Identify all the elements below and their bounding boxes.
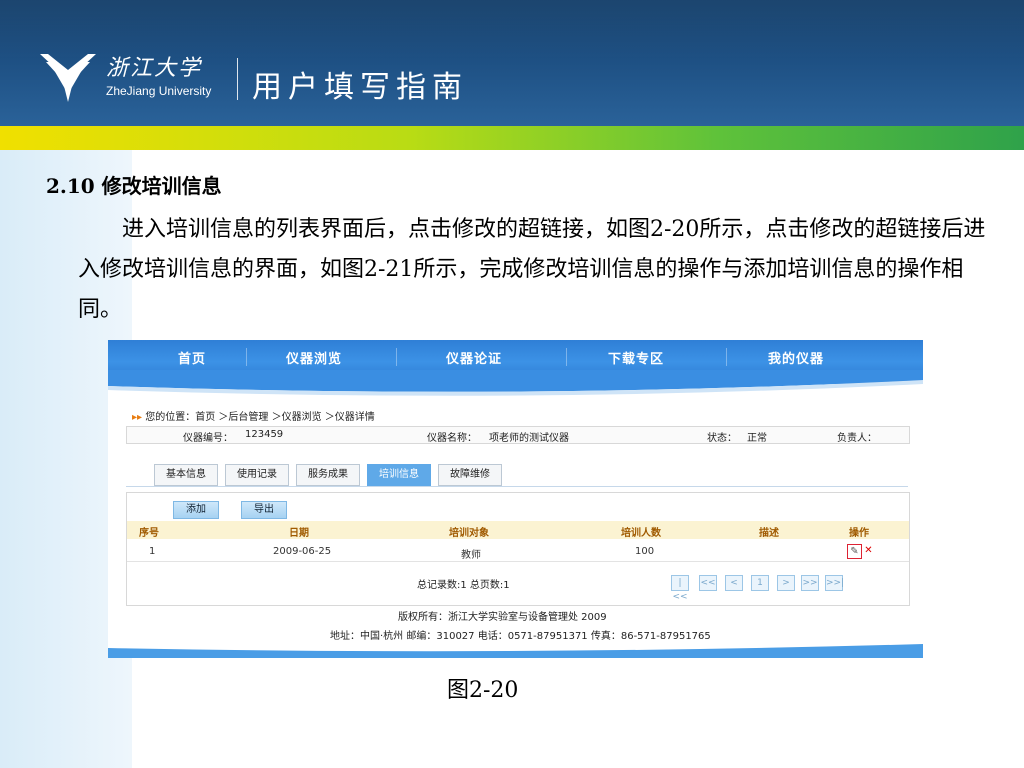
pager-prev-block[interactable]: << (699, 575, 717, 591)
nav-separator (726, 348, 727, 366)
breadcrumb-arrow-icon: ▸▸ (132, 412, 143, 423)
cell-count: 100 (635, 546, 655, 557)
breadcrumb-text: 您的位置：首页 ＞后台管理 ＞仪器浏览 ＞仪器详情 (145, 412, 375, 423)
nav-separator (396, 348, 397, 366)
close-icon[interactable]: ✕ (862, 544, 875, 557)
pencil-icon[interactable]: ✎ (847, 544, 862, 559)
nav-separator (566, 348, 567, 366)
status-label: 状态： (707, 433, 737, 444)
pager-next[interactable]: > (777, 575, 795, 591)
pager-first[interactable]: |<< (671, 575, 689, 602)
cell-index: 1 (149, 546, 156, 557)
col-header-date: 日期 (289, 528, 309, 539)
nav-item-review[interactable]: 仪器论证 (446, 348, 502, 367)
instrument-number-label: 仪器编号： (183, 433, 233, 444)
status-value: 正常 (747, 433, 767, 444)
instrument-name-label: 仪器名称： (427, 433, 477, 444)
pager-prev[interactable]: < (725, 575, 743, 591)
training-panel: 添加 导出 序号 日期 培训对象 培训人数 描述 操作 1 2009-06-25… (126, 492, 910, 606)
logo-english-name: ZheJiang University (106, 84, 212, 98)
tab-basic-info[interactable]: 基本信息 (154, 464, 218, 486)
embedded-screenshot: 首页 仪器浏览 仪器论证 下载专区 我的仪器 ▸▸ 您的位置：首页 ＞后台管理 … (108, 340, 923, 658)
header-divider (237, 58, 238, 100)
instruction-paragraph: 进入培训信息的列表界面后，点击修改的超链接，如图2-20所示，点击修改的超链接后… (78, 217, 986, 322)
footer-curve-decoration (108, 644, 923, 658)
footer-copyright: 版权所有：浙江大学实验室与设备管理处 2009 (398, 612, 607, 623)
section-title: 2.10 修改培训信息 (46, 174, 222, 198)
figure-caption: 图2-20 (447, 678, 519, 703)
col-header-count: 培训人数 (621, 528, 661, 539)
row-divider (127, 561, 909, 562)
slide-header: 浙江大学 ZheJiang University 用户填写指南 (0, 0, 1024, 126)
tab-training-info[interactable]: 培训信息 (367, 464, 431, 486)
color-stripe (0, 126, 1024, 150)
table-header: 序号 日期 培训对象 培训人数 描述 操作 (127, 521, 909, 539)
col-header-index: 序号 (139, 528, 159, 539)
cell-date: 2009-06-25 (273, 546, 332, 557)
pager-page[interactable]: 1 (751, 575, 769, 591)
instrument-number-value: 123459 (245, 429, 284, 440)
pager-next-block[interactable]: >> (801, 575, 819, 591)
export-button[interactable]: 导出 (241, 501, 287, 519)
header-title: 用户填写指南 (252, 70, 468, 105)
nav-curve-decoration (108, 370, 923, 396)
university-emblem-icon (40, 54, 96, 102)
tab-underline (126, 486, 908, 487)
nav-item-home[interactable]: 首页 (178, 348, 206, 367)
instrument-info-row: 仪器编号： 123459 仪器名称： 项老师的测试仪器 状态： 正常 负责人： (126, 426, 910, 444)
col-header-target: 培训对象 (449, 528, 489, 539)
owner-label: 负责人： (837, 433, 877, 444)
pager-last[interactable]: >>| (825, 575, 844, 591)
nav-item-my-instruments[interactable]: 我的仪器 (768, 348, 824, 367)
tab-usage-records[interactable]: 使用记录 (225, 464, 289, 486)
breadcrumb: ▸▸ 您的位置：首页 ＞后台管理 ＞仪器浏览 ＞仪器详情 (132, 408, 375, 423)
cell-target: 教师 (461, 550, 481, 561)
logo-chinese-name: 浙江大学 (106, 56, 203, 81)
tab-maintenance[interactable]: 故障维修 (438, 464, 502, 486)
record-summary: 总记录数:1 总页数:1 (417, 580, 510, 591)
col-header-description: 描述 (759, 528, 779, 539)
col-header-actions: 操作 (849, 528, 869, 539)
nav-separator (246, 348, 247, 366)
instrument-name-value: 项老师的测试仪器 (489, 433, 569, 444)
add-button[interactable]: 添加 (173, 501, 219, 519)
nav-item-browse[interactable]: 仪器浏览 (286, 348, 342, 367)
tab-service-results[interactable]: 服务成果 (296, 464, 360, 486)
nav-item-downloads[interactable]: 下载专区 (608, 348, 664, 367)
